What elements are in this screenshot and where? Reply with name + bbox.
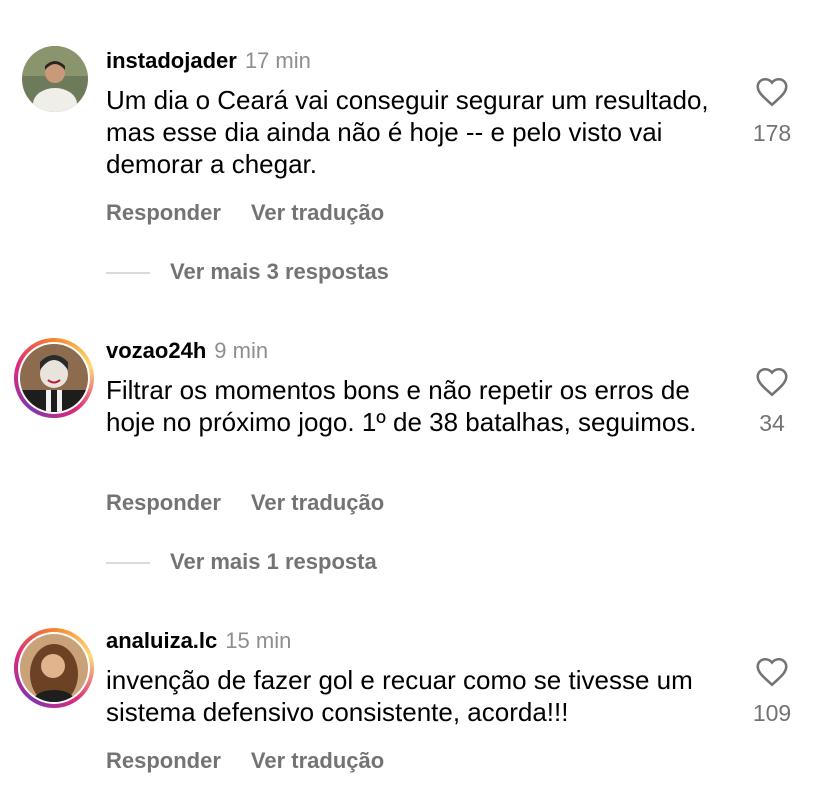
like-count: 109 — [752, 700, 792, 726]
username[interactable]: vozao24h — [106, 338, 206, 363]
comment-text: Um dia o Ceará vai conseguir segurar um … — [106, 85, 709, 179]
view-replies-button[interactable]: Ver mais 3 respostas — [106, 259, 389, 285]
avatar[interactable] — [14, 338, 94, 418]
reply-button[interactable]: Responder — [106, 200, 221, 225]
translate-button[interactable]: Ver tradução — [251, 490, 384, 515]
timestamp: 9 min — [214, 338, 269, 363]
avatar-photo — [20, 344, 88, 412]
reply-button[interactable]: Responder — [106, 490, 221, 515]
reply-button[interactable]: Responder — [106, 748, 221, 773]
translate-button[interactable]: Ver tradução — [251, 748, 384, 773]
like-control: 34 — [742, 364, 802, 437]
comment-actions: Responder Ver tradução — [106, 748, 384, 774]
heart-outline-icon[interactable] — [754, 364, 790, 400]
like-control: 178 — [742, 74, 802, 147]
username[interactable]: instadojader — [106, 48, 237, 73]
avatar[interactable] — [14, 628, 94, 708]
like-count: 178 — [752, 120, 792, 146]
replies-divider — [106, 272, 150, 275]
view-replies-label: Ver mais 3 respostas — [170, 259, 389, 284]
comment-actions: Responder Ver tradução — [106, 200, 384, 226]
replies-divider — [106, 562, 150, 565]
avatar-photo — [22, 46, 88, 112]
avatar[interactable] — [22, 46, 88, 112]
avatar-photo — [20, 634, 88, 702]
heart-outline-icon[interactable] — [754, 654, 790, 690]
like-count: 34 — [759, 410, 785, 436]
username[interactable]: analuiza.lc — [106, 628, 217, 653]
timestamp: 15 min — [225, 628, 292, 653]
like-control: 109 — [742, 654, 802, 727]
comment-text: Filtrar os momentos bons e não repetir o… — [106, 375, 697, 437]
heart-outline-icon[interactable] — [754, 74, 790, 110]
comment-header: vozao24h 9 min — [106, 338, 268, 364]
view-replies-label: Ver mais 1 resposta — [170, 549, 377, 574]
comment-actions: Responder Ver tradução — [106, 490, 384, 516]
comment-header: instadojader 17 min — [106, 48, 311, 74]
timestamp: 17 min — [244, 48, 311, 73]
comment-text: invenção de fazer gol e recuar como se t… — [106, 665, 693, 727]
view-replies-button[interactable]: Ver mais 1 resposta — [106, 549, 377, 575]
comment-header: analuiza.lc 15 min — [106, 628, 291, 654]
translate-button[interactable]: Ver tradução — [251, 200, 384, 225]
